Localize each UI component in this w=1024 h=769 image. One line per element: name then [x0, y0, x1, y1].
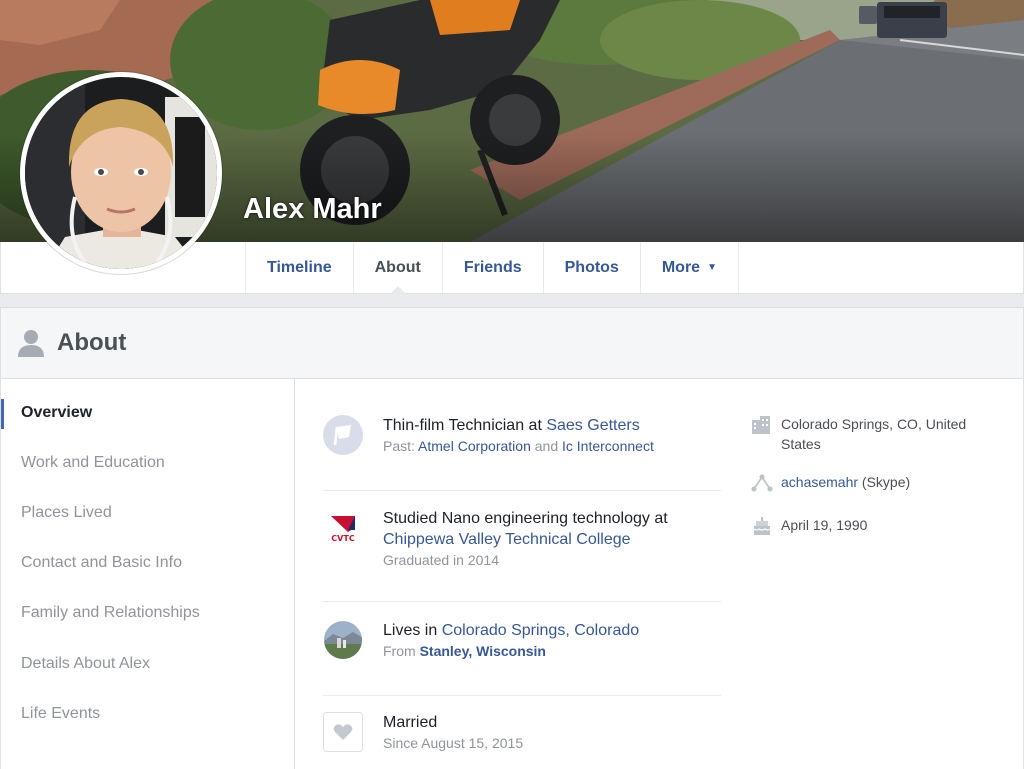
flag-icon [323, 415, 363, 455]
location-text: Colorado Springs, CO, United States [781, 416, 967, 452]
hometown-line: From Stanley, Wisconsin [383, 641, 723, 661]
tab-about[interactable]: About [354, 242, 443, 294]
tab-photos[interactable]: Photos [544, 242, 641, 293]
sidebar-item-work-education[interactable]: Work and Education [21, 454, 165, 472]
tab-more-label: More [661, 258, 701, 276]
sidebar-item-life-events[interactable]: Life Events [21, 705, 100, 723]
about-sidebar: Overview Work and Education Places Lived… [1, 379, 295, 769]
profile-name[interactable]: Alex Mahr [243, 193, 382, 226]
about-section: About Overview Work and Education Places… [0, 307, 1024, 769]
past-company-link-2[interactable]: Ic Interconnect [562, 438, 654, 454]
past-company-link-1[interactable]: Atmel Corporation [418, 438, 531, 454]
about-title: About [57, 329, 127, 356]
education-prefix: Studied Nano engineering technology at [383, 510, 668, 527]
school-link[interactable]: Chippewa Valley Technical College [383, 531, 631, 548]
relationship-status: Married [383, 714, 438, 731]
share-icon [751, 474, 773, 492]
sidebar-item-family[interactable]: Family and Relationships [21, 604, 200, 622]
skype-link[interactable]: achasemahr [781, 474, 858, 490]
divider [323, 490, 721, 491]
lives-prefix: Lives in [383, 622, 442, 639]
current-city-link[interactable]: Colorado Springs, Colorado [442, 622, 639, 639]
skype-label: (Skype) [858, 474, 911, 490]
cake-icon [751, 517, 773, 535]
sidebar-item-places-lived[interactable]: Places Lived [21, 504, 112, 522]
active-indicator [1, 399, 4, 429]
relationship-since: Since August 15, 2015 [383, 735, 524, 751]
divider [323, 695, 721, 696]
tab-friends[interactable]: Friends [443, 242, 544, 293]
tab-bar: Timeline About Friends Photos More ▼ [245, 242, 739, 294]
divider [323, 601, 721, 602]
profile-picture[interactable] [20, 72, 222, 274]
lives-line: Lives in Colorado Springs, Colorado [383, 620, 723, 641]
work-and-text: and [530, 438, 562, 454]
work-past-line: Past: Atmel Corporation and Ic Interconn… [383, 436, 723, 456]
city-photo-icon [323, 620, 363, 660]
sidebar-item-details[interactable]: Details About Alex [21, 655, 150, 673]
sidebar-item-contact-info[interactable]: Contact and Basic Info [21, 554, 182, 572]
building-icon [751, 416, 773, 434]
skype-line: achasemahr (Skype) [781, 472, 1001, 492]
birthday-text: April 19, 1990 [781, 517, 868, 533]
cvtc-logo-icon: CVTC [323, 508, 363, 548]
work-past-label: Past: [383, 438, 419, 454]
hometown-link[interactable]: Stanley, Wisconsin [420, 643, 546, 659]
avatar-photo [25, 77, 217, 269]
tab-more[interactable]: More ▼ [641, 242, 739, 293]
work-company-link[interactable]: Saes Getters [546, 417, 639, 434]
person-icon [18, 330, 44, 357]
tab-timeline[interactable]: Timeline [246, 242, 354, 293]
svg-text:CVTC: CVTC [331, 534, 355, 543]
heart-icon [323, 712, 363, 752]
work-line: Thin-film Technician at Saes Getters [383, 415, 723, 436]
work-prefix: Thin-film Technician at [383, 417, 547, 434]
sidebar-item-overview[interactable]: Overview [21, 404, 92, 422]
graduated-text: Graduated in 2014 [383, 552, 499, 568]
caret-down-icon: ▼ [707, 262, 717, 273]
from-label: From [383, 643, 420, 659]
about-header: About [1, 308, 1023, 379]
